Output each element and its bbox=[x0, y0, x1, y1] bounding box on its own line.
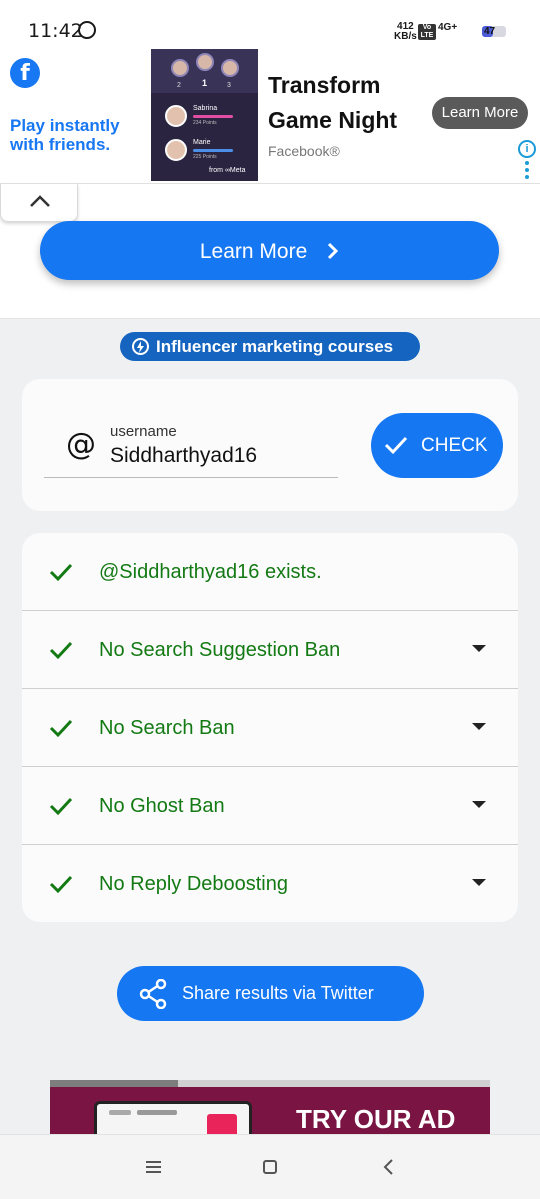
game-podium: 2 1 3 bbox=[151, 49, 258, 93]
player-score-bar bbox=[193, 115, 233, 118]
result-label: No Search Suggestion Ban bbox=[99, 639, 341, 661]
player-avatar bbox=[171, 59, 189, 77]
player-avatar bbox=[165, 139, 187, 161]
caret-down-icon[interactable] bbox=[472, 723, 486, 730]
caret-down-icon[interactable] bbox=[472, 645, 486, 652]
learn-more-label: Learn More bbox=[199, 239, 308, 263]
volte-icon: Vo LTE bbox=[418, 24, 436, 40]
ad-mockup-image bbox=[94, 1101, 252, 1134]
ad-learn-more-button[interactable]: Learn More bbox=[432, 97, 528, 129]
lightning-icon bbox=[132, 338, 149, 355]
player-avatar bbox=[196, 53, 214, 71]
share-label: Share results via Twitter bbox=[182, 983, 374, 1003]
ad-progress-fill bbox=[50, 1080, 178, 1087]
meta-credit: from ∞Meta bbox=[209, 167, 246, 174]
result-label: No Search Ban bbox=[99, 717, 235, 739]
influencer-courses-label: Influencer marketing courses bbox=[156, 337, 394, 356]
ad-tagline: Play instantly with friends. bbox=[10, 116, 120, 154]
back-icon[interactable] bbox=[382, 1159, 394, 1175]
result-label: @Siddharthyad16 exists. bbox=[99, 561, 322, 583]
ad-progress-bar bbox=[50, 1080, 490, 1087]
rank-label: 3 bbox=[227, 82, 231, 89]
result-row-search-ban[interactable]: No Search Ban bbox=[22, 689, 518, 767]
battery-percent: 47 bbox=[484, 26, 496, 37]
result-row-exists: @Siddharthyad16 exists. bbox=[22, 533, 518, 611]
check-button[interactable]: CHECK bbox=[371, 413, 503, 478]
check-icon bbox=[49, 875, 73, 894]
app-screen: 11:42 412 KB/s Vo LTE 4G+ 47 f Play inst… bbox=[0, 0, 540, 1199]
player-name: Marie bbox=[193, 139, 211, 146]
check-icon bbox=[49, 563, 73, 582]
ad-more-icon[interactable] bbox=[525, 161, 529, 181]
player-avatar bbox=[165, 105, 187, 127]
caret-down-icon[interactable] bbox=[472, 879, 486, 886]
ad-info-icon[interactable]: i bbox=[518, 140, 536, 158]
recents-icon[interactable] bbox=[146, 1161, 161, 1173]
player-score-bar bbox=[193, 149, 233, 152]
ad-game-image: 2 1 3 Sabrina 234 Points Marie 225 Point… bbox=[151, 49, 258, 181]
share-twitter-button[interactable]: Share results via Twitter bbox=[117, 966, 424, 1021]
results-card: @Siddharthyad16 exists. No Search Sugges… bbox=[22, 533, 518, 922]
check-icon bbox=[49, 719, 73, 738]
caret-down-icon[interactable] bbox=[472, 801, 486, 808]
whatsapp-icon bbox=[78, 21, 96, 39]
check-icon bbox=[49, 797, 73, 816]
facebook-logo-icon: f bbox=[10, 58, 40, 88]
rank-label: 1 bbox=[202, 78, 208, 88]
username-label: username bbox=[110, 423, 177, 440]
learn-more-button[interactable]: Learn More bbox=[40, 221, 499, 280]
ad-source: Facebook® bbox=[268, 143, 340, 159]
check-button-label: CHECK bbox=[421, 435, 488, 456]
result-row-search-suggestion-ban[interactable]: No Search Suggestion Ban bbox=[22, 611, 518, 689]
player-points: 234 Points bbox=[193, 120, 217, 126]
chevron-up-icon bbox=[30, 195, 50, 207]
influencer-courses-link[interactable]: Influencer marketing courses bbox=[120, 332, 420, 361]
result-row-ghost-ban[interactable]: No Ghost Ban bbox=[22, 767, 518, 845]
username-input[interactable]: Siddharthyad16 bbox=[110, 444, 257, 468]
ad-title: Transform Game Night bbox=[268, 72, 398, 133]
home-icon[interactable] bbox=[263, 1160, 277, 1174]
player-points: 225 Points bbox=[193, 154, 217, 160]
player-name: Sabrina bbox=[193, 105, 218, 112]
username-card: @ username Siddharthyad16 CHECK bbox=[22, 379, 518, 511]
chevron-right-icon bbox=[328, 243, 339, 260]
network-speed-unit: KB/s bbox=[394, 31, 417, 42]
status-bar: 11:42 412 KB/s Vo LTE 4G+ 47 bbox=[0, 0, 540, 48]
check-icon bbox=[384, 436, 408, 455]
network-type: 4G+ bbox=[438, 22, 458, 33]
rank-label: 2 bbox=[177, 82, 181, 89]
status-time: 11:42 bbox=[28, 20, 83, 42]
game-player-row: Sabrina 234 Points bbox=[159, 105, 251, 139]
check-icon bbox=[49, 641, 73, 660]
network-speed: 412 KB/s bbox=[394, 22, 417, 42]
share-icon bbox=[139, 979, 167, 1009]
player-avatar bbox=[221, 59, 239, 77]
bottom-ad-banner[interactable]: TRY OUR AD bbox=[50, 1080, 490, 1134]
collapse-ad-button[interactable] bbox=[0, 184, 78, 222]
system-nav-bar bbox=[0, 1134, 540, 1199]
result-row-reply-deboosting[interactable]: No Reply Deboosting bbox=[22, 845, 518, 922]
bottom-ad-text: TRY OUR AD bbox=[296, 1104, 456, 1134]
ad-banner[interactable]: f Play instantly with friends. 2 1 3 Sab… bbox=[0, 48, 540, 184]
result-label: No Ghost Ban bbox=[99, 795, 225, 817]
username-underline bbox=[44, 477, 338, 478]
at-sign-icon: @ bbox=[66, 427, 96, 462]
result-label: No Reply Deboosting bbox=[99, 873, 288, 895]
